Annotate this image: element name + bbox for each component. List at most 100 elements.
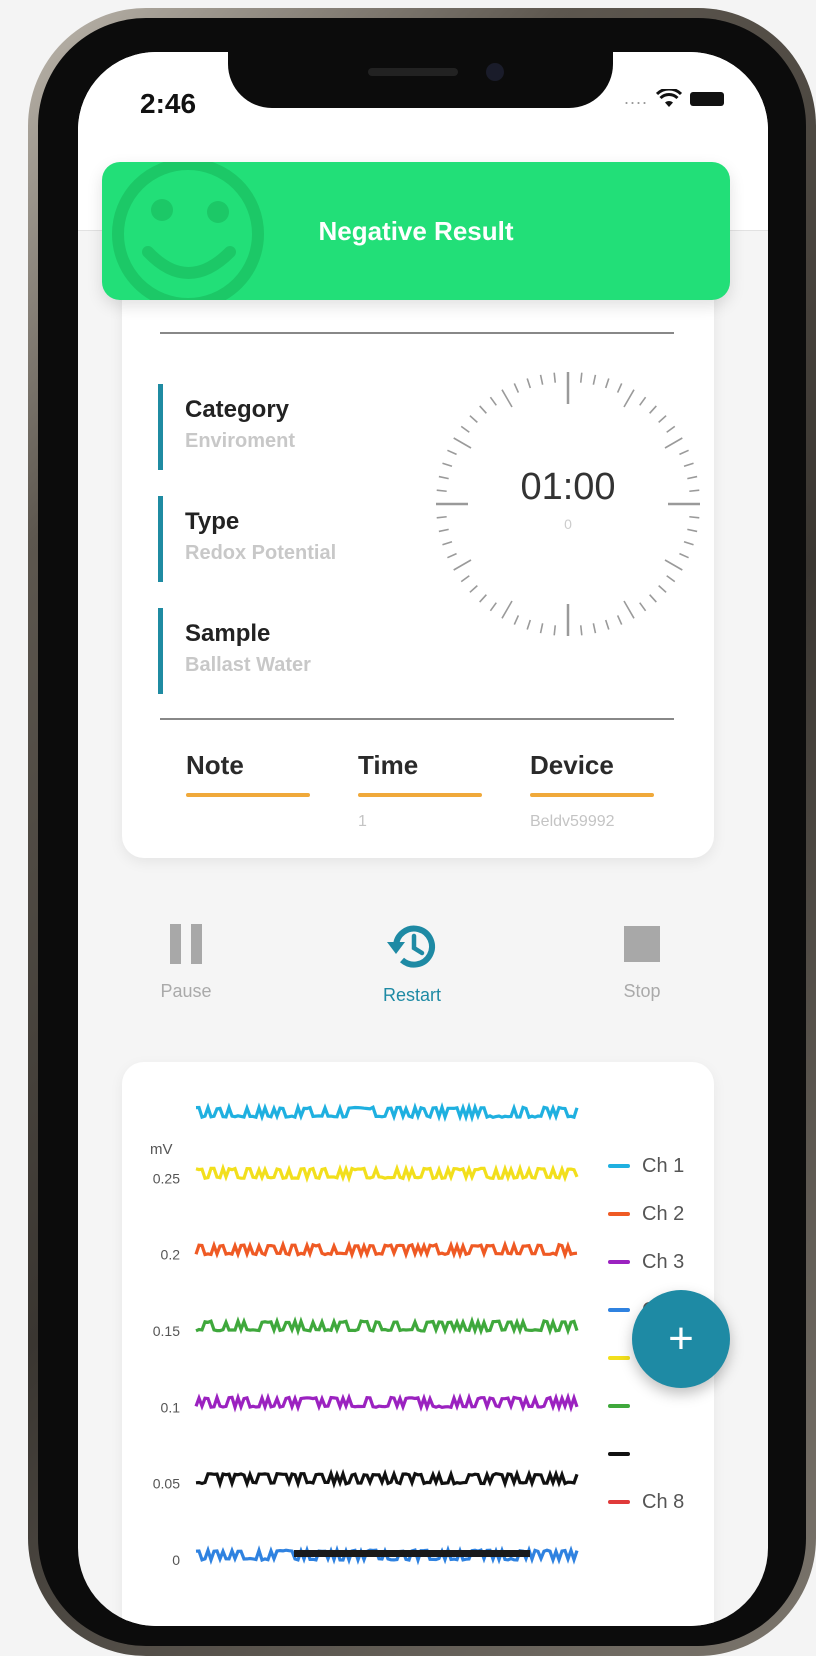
signal-chart-card: mV00.050.10.150.20.25 Ch 1Ch 2Ch 3Ch 4Ch…	[122, 1062, 714, 1626]
dial-tick	[658, 415, 667, 423]
battery-icon	[690, 91, 724, 106]
dial-tick	[469, 415, 478, 423]
dial-tick	[526, 378, 532, 389]
type-value: Redox Potential	[185, 542, 337, 564]
plus-icon: +	[668, 1314, 694, 1363]
stop-icon	[624, 926, 660, 962]
note-label: Note	[186, 750, 244, 780]
series-line-3	[194, 1392, 579, 1413]
dial-tick	[679, 449, 689, 456]
dial-tick	[579, 625, 583, 636]
dial-tick	[539, 623, 544, 634]
category-field: Category Enviroment	[158, 384, 295, 470]
dial-tick	[539, 374, 544, 385]
pause-label: Pause	[160, 981, 212, 1001]
legend-label: Ch 1	[642, 1154, 685, 1177]
device-value: Beldv59992	[530, 813, 615, 830]
pause-icon	[170, 924, 202, 964]
legend-swatch	[608, 1260, 630, 1264]
dial-tick	[469, 585, 478, 593]
dial-tick	[658, 585, 667, 593]
dial-tick	[447, 449, 457, 456]
top-divider	[160, 332, 674, 334]
legend-label: Ch 2	[642, 1202, 685, 1225]
dial-tick	[592, 374, 597, 385]
dial-tick	[604, 619, 610, 630]
legend-item: Ch 8	[608, 1478, 684, 1526]
legend-label: Ch 3	[642, 1250, 685, 1273]
dial-tick	[604, 378, 610, 389]
dial-tick	[453, 437, 472, 449]
legend-swatch	[608, 1308, 630, 1312]
device-label: Device	[530, 750, 614, 780]
dial-tick	[526, 619, 532, 630]
dial-tick	[460, 575, 470, 583]
dial-tick	[453, 559, 472, 571]
add-fab-button[interactable]: +	[632, 1290, 730, 1388]
pause-button[interactable]: Pause	[126, 922, 246, 1002]
dial-tick	[489, 602, 497, 612]
restart-button[interactable]: Restart	[352, 922, 472, 1006]
dial-tick	[666, 575, 676, 583]
notch	[228, 52, 613, 108]
type-label: Type	[185, 508, 240, 535]
time-column[interactable]: Time 1	[358, 750, 482, 831]
y-tick-label: 0.2	[161, 1247, 181, 1263]
stop-label: Stop	[623, 981, 661, 1001]
y-tick-label: 0.05	[153, 1476, 180, 1492]
test-info-card: Category Enviroment Type Redox Potential…	[122, 238, 714, 858]
result-toast[interactable]: Negative Result	[102, 162, 730, 300]
device-underline	[530, 793, 654, 797]
dial-tick	[442, 540, 453, 546]
dial-tick	[664, 437, 683, 449]
playback-controls: Pause Restart Stop	[78, 922, 768, 1032]
status-bar: 2:46 ....	[78, 52, 768, 170]
dial-tick	[592, 623, 597, 634]
dial-tick	[501, 389, 513, 408]
legend-swatch	[608, 1452, 630, 1456]
dial-tick	[679, 552, 689, 559]
dial-tick	[623, 389, 635, 408]
y-tick-label: 0.1	[161, 1399, 181, 1415]
restart-label: Restart	[382, 985, 442, 1005]
legend-swatch	[608, 1164, 630, 1168]
app-screen: 2:46 .... Category Enviroment Type Redox…	[78, 52, 768, 1626]
dial-tick	[683, 540, 694, 546]
dial-tick	[489, 396, 497, 406]
stop-button[interactable]: Stop	[582, 922, 702, 1002]
dial-tick	[616, 383, 623, 393]
sample-value: Ballast Water	[185, 654, 311, 676]
dial-tick	[553, 625, 557, 636]
time-value: 1	[358, 813, 367, 830]
device-column[interactable]: Device Beldv59992	[530, 750, 654, 831]
dial-tick	[616, 615, 623, 625]
note-column[interactable]: Note	[186, 750, 310, 813]
series-line-1	[195, 1101, 579, 1123]
series-line-2	[194, 1239, 578, 1260]
type-field: Type Redox Potential	[158, 496, 336, 582]
timer-dial: 01:00 0	[430, 366, 706, 642]
dial-tick	[513, 383, 520, 393]
category-label: Category	[185, 396, 290, 423]
dial-tick	[649, 594, 657, 603]
category-value: Enviroment	[185, 430, 296, 452]
restart-history-icon	[387, 925, 435, 968]
front-camera	[486, 63, 504, 81]
legend-item	[608, 1382, 684, 1430]
dial-tick	[649, 405, 657, 414]
legend-swatch	[608, 1500, 630, 1504]
time-label: Time	[358, 750, 419, 780]
legend-swatch	[608, 1356, 630, 1360]
dial-tick	[639, 396, 647, 406]
dial-tick	[501, 600, 513, 619]
dial-tick	[513, 615, 520, 625]
wifi-icon	[656, 88, 682, 107]
legend-swatch	[608, 1404, 630, 1408]
time-underline	[358, 793, 482, 797]
status-icons: ....	[624, 88, 724, 109]
dial-tick	[666, 425, 676, 433]
timer-display: 01:00	[520, 466, 616, 508]
dial-tick	[479, 594, 487, 603]
legend-label: Ch 8	[642, 1490, 685, 1513]
dial-tick	[460, 425, 470, 433]
